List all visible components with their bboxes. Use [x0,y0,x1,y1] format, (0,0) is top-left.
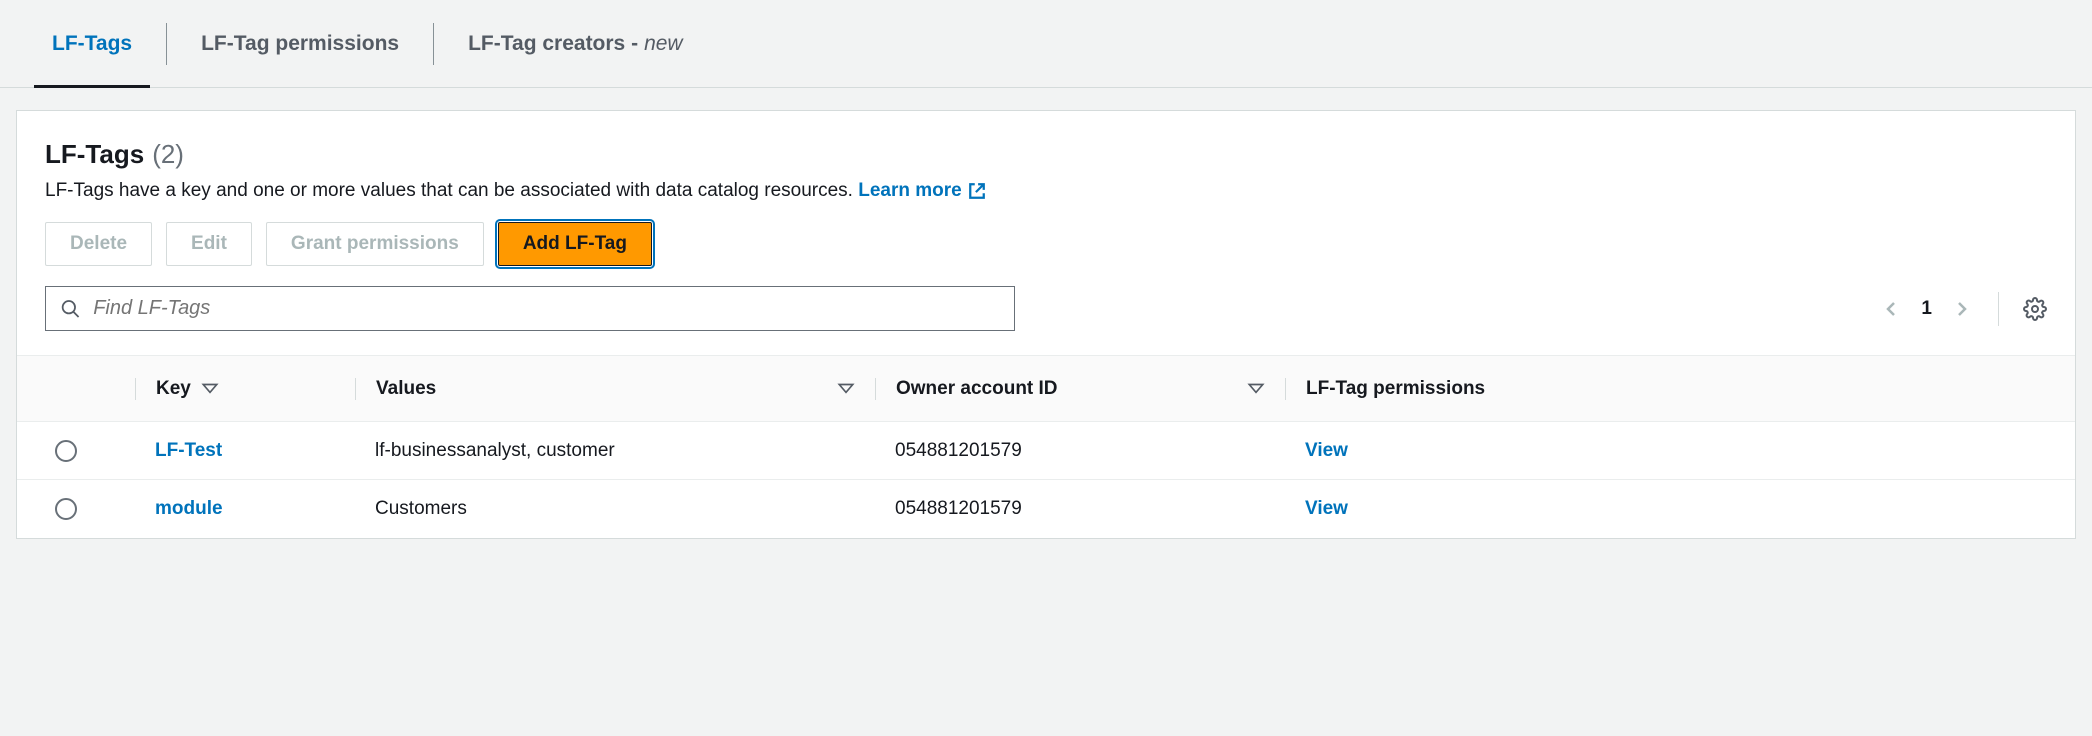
new-badge: new [644,32,683,56]
toolbar: 1 [45,286,2047,331]
row-select-cell [45,440,135,462]
column-label: Owner account ID [896,378,1058,400]
table-header-row: Key Values Owner account ID LF-Tag permi… [17,356,2075,422]
tab-lf-tag-creators[interactable]: LF-Tag creators - new [444,20,707,68]
panel-header: LF-Tags (2) LF-Tags have a key and one o… [17,139,2075,202]
key-link[interactable]: LF-Test [135,440,355,462]
pager-divider [1998,292,1999,326]
gear-icon [2023,297,2047,321]
description-text: LF-Tags have a key and one or more value… [45,180,853,201]
search-icon [60,298,81,320]
grant-permissions-button[interactable]: Grant permissions [266,222,484,266]
panel-description: LF-Tags have a key and one or more value… [45,180,2047,202]
settings-button[interactable] [2023,297,2047,321]
column-permissions: LF-Tag permissions [1285,378,2047,400]
external-link-icon [968,182,986,200]
table-row: module Customers 054881201579 View [17,480,2075,538]
column-label: Key [156,378,191,400]
owner-cell: 054881201579 [875,498,1285,520]
view-permissions-link[interactable]: View [1285,498,2047,520]
lf-tags-table: Key Values Owner account ID LF-Tag permi… [17,355,2075,538]
tab-label: LF-Tags [52,32,132,56]
tab-lf-tag-permissions[interactable]: LF-Tag permissions [177,20,423,68]
tab-lf-tags[interactable]: LF-Tags [28,20,156,68]
tab-label: LF-Tag permissions [201,32,399,56]
title-text: LF-Tags [45,139,144,170]
column-key[interactable]: Key [135,378,355,400]
tabs-bar: LF-Tags LF-Tag permissions LF-Tag creato… [0,0,2092,88]
column-label: Values [376,378,436,400]
filter-icon[interactable] [1247,380,1265,398]
tab-divider [166,23,167,65]
title-count: (2) [152,139,184,170]
values-cell: lf-businessanalyst, customer [355,440,875,462]
tab-label: LF-Tag creators - [468,32,638,56]
add-lf-tag-button[interactable]: Add LF-Tag [498,222,652,266]
filter-icon[interactable] [837,380,855,398]
learn-more-label: Learn more [858,180,961,202]
values-cell: Customers [355,498,875,520]
learn-more-link[interactable]: Learn more [858,180,985,202]
action-bar: Delete Edit Grant permissions Add LF-Tag [45,222,2047,266]
page-number: 1 [1921,298,1932,320]
tab-divider [433,23,434,65]
key-link[interactable]: module [135,498,355,520]
next-page-button[interactable] [1950,297,1974,321]
delete-button[interactable]: Delete [45,222,152,266]
table-row: LF-Test lf-businessanalyst, customer 054… [17,422,2075,480]
chevron-left-icon [1879,297,1903,321]
chevron-right-icon [1950,297,1974,321]
column-owner[interactable]: Owner account ID [875,378,1285,400]
row-radio[interactable] [55,498,77,520]
prev-page-button[interactable] [1879,297,1903,321]
search-box[interactable] [45,286,1015,331]
view-permissions-link[interactable]: View [1285,440,2047,462]
column-values[interactable]: Values [355,378,875,400]
owner-cell: 054881201579 [875,440,1285,462]
lf-tags-panel: LF-Tags (2) LF-Tags have a key and one o… [16,110,2076,539]
row-select-cell [45,498,135,520]
pagination: 1 [1879,292,2047,326]
row-radio[interactable] [55,440,77,462]
edit-button[interactable]: Edit [166,222,252,266]
column-label: LF-Tag permissions [1306,378,1485,400]
filter-icon[interactable] [201,380,219,398]
page-title: LF-Tags (2) [45,139,184,170]
search-input[interactable] [93,297,1000,320]
